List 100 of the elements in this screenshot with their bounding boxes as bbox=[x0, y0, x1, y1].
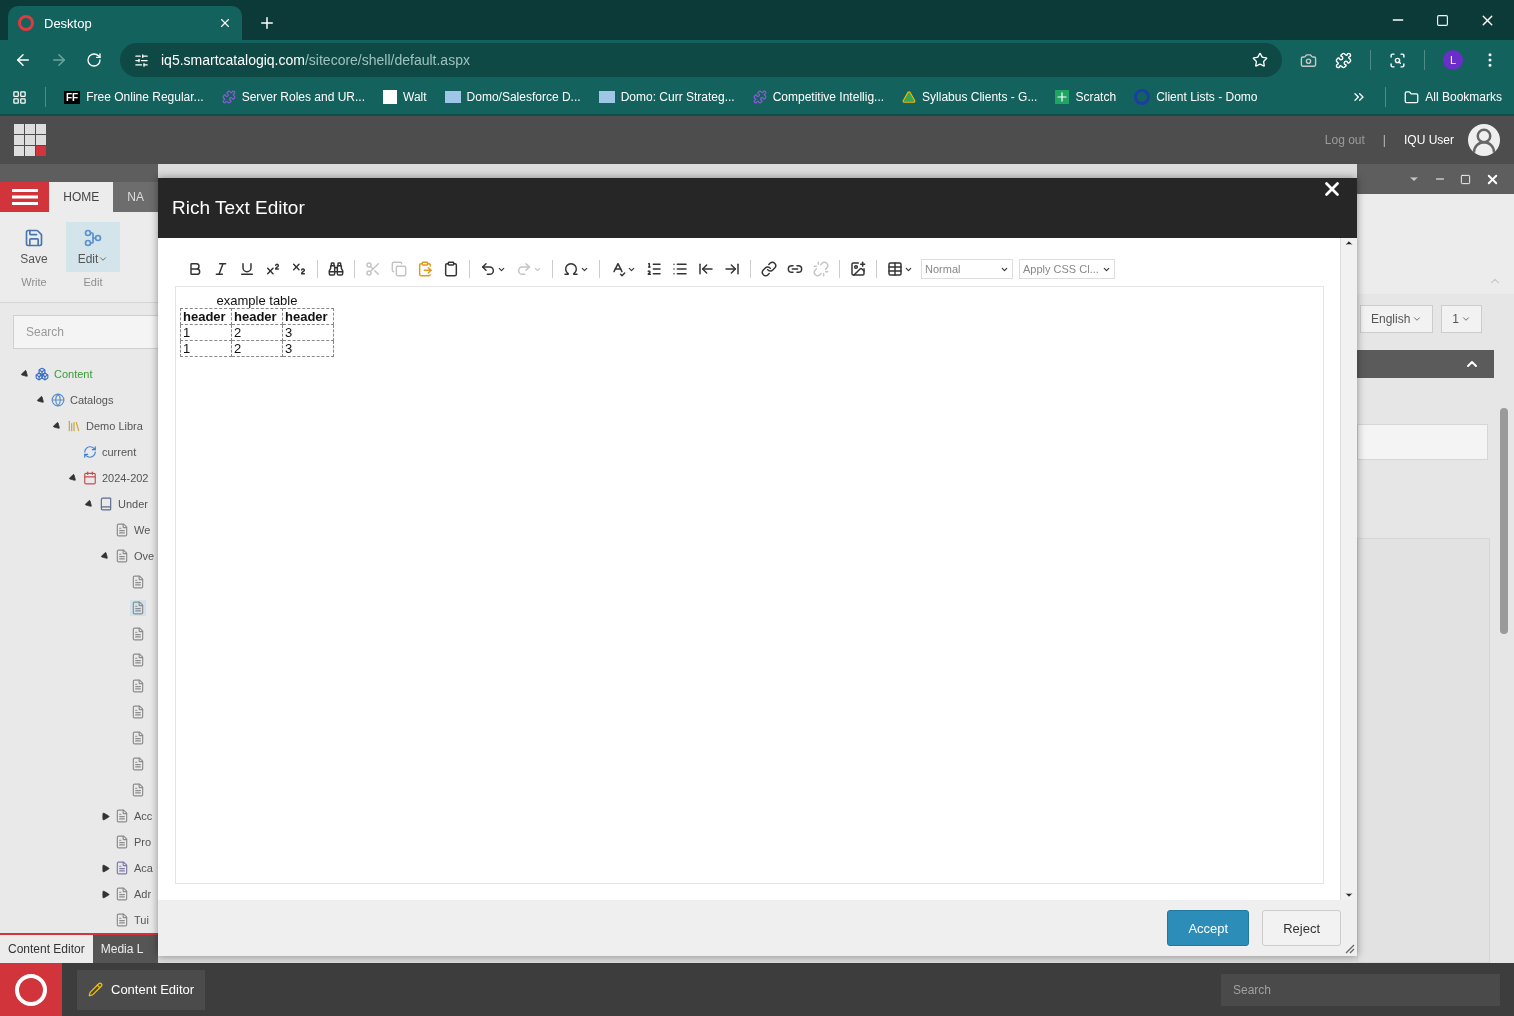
caret-icon bbox=[1412, 314, 1423, 324]
tree-item[interactable]: Catalogs bbox=[70, 393, 114, 407]
bookmark[interactable]: Syllabus Clients - G... bbox=[902, 90, 1038, 105]
puzzle-icon bbox=[221, 90, 236, 105]
menu-icon bbox=[11, 189, 38, 205]
close-icon[interactable] bbox=[218, 16, 232, 30]
tree-item[interactable]: Adr bbox=[134, 887, 152, 901]
drive-icon bbox=[902, 90, 917, 105]
page-icon bbox=[114, 834, 130, 850]
bookmark[interactable]: Competitive Intellig... bbox=[752, 90, 885, 105]
reload-icon[interactable] bbox=[86, 52, 102, 68]
accept-button[interactable]: Accept bbox=[1167, 910, 1250, 946]
save-button[interactable]: Save bbox=[12, 222, 56, 272]
tree-item[interactable]: Pro bbox=[134, 835, 152, 849]
reject-button[interactable]: Reject bbox=[1262, 910, 1341, 946]
table-cell: 1 bbox=[180, 340, 232, 357]
tree-item[interactable]: Tui bbox=[134, 913, 149, 927]
search-field[interactable]: Search bbox=[13, 315, 158, 349]
collapsed-arrow-icon[interactable] bbox=[100, 811, 110, 821]
binoculars-icon[interactable] bbox=[326, 259, 346, 279]
bookmark[interactable]: FF Free Online Regular... bbox=[64, 90, 204, 105]
ribbon-tab[interactable]: NA bbox=[113, 182, 158, 212]
scroll-down-icon[interactable] bbox=[1344, 890, 1354, 900]
dialog-title: Rich Text Editor bbox=[172, 197, 305, 219]
bookmark[interactable]: Domo: Curr Strateg... bbox=[598, 90, 735, 105]
link-icon[interactable] bbox=[759, 259, 779, 279]
bookmark-star-icon[interactable] bbox=[1252, 52, 1268, 68]
domo-icon bbox=[444, 91, 461, 104]
new-tab-icon[interactable] bbox=[258, 14, 276, 32]
search-field[interactable]: Search bbox=[1221, 973, 1500, 1006]
folder-icon bbox=[1404, 89, 1420, 105]
ring-icon bbox=[1134, 89, 1151, 106]
collapsed-arrow-icon[interactable] bbox=[100, 863, 110, 873]
start-button[interactable] bbox=[0, 963, 62, 1016]
taskbar-app[interactable]: Content Editor bbox=[77, 969, 206, 1010]
edit-button[interactable]: Edit bbox=[66, 222, 120, 272]
expanded-arrow-icon[interactable] bbox=[67, 472, 79, 484]
user-avatar[interactable] bbox=[1468, 124, 1500, 157]
forward-icon[interactable] bbox=[50, 51, 68, 69]
collapsed-arrow-icon[interactable] bbox=[100, 889, 110, 899]
tree-item[interactable]: Demo Libra bbox=[86, 419, 143, 433]
tree-item[interactable]: Aca bbox=[134, 861, 153, 875]
apps-icon[interactable] bbox=[12, 89, 27, 105]
tree-item[interactable]: Acc bbox=[134, 809, 153, 823]
fork-icon bbox=[83, 228, 103, 248]
expanded-arrow-icon[interactable] bbox=[99, 550, 111, 562]
book-icon bbox=[98, 496, 114, 512]
site-settings-icon[interactable] bbox=[134, 52, 149, 68]
undo-icon bbox=[480, 261, 496, 277]
version-dropdown[interactable]: 1 bbox=[1441, 305, 1483, 333]
walt-icon bbox=[383, 90, 397, 105]
expanded-arrow-icon[interactable] bbox=[83, 498, 95, 510]
ring-icon bbox=[18, 15, 34, 31]
globe-icon bbox=[50, 392, 66, 408]
bookmark[interactable]: Domo/Salesforce D... bbox=[444, 90, 581, 105]
expanded-arrow-icon[interactable] bbox=[51, 420, 63, 432]
expanded-arrow-icon[interactable] bbox=[19, 368, 31, 380]
spellcheck-icon bbox=[610, 261, 626, 277]
calendar-icon bbox=[82, 470, 98, 486]
maximize-icon[interactable] bbox=[1436, 13, 1449, 27]
page-icon bbox=[114, 522, 130, 538]
editor-area[interactable]: example table header header header 1 2 3 1 2 3 bbox=[175, 286, 1324, 884]
all-bookmarks[interactable]: All Bookmarks bbox=[1404, 89, 1502, 105]
page-icon bbox=[114, 548, 130, 564]
css-class-dropdown[interactable]: Apply CSS Cl... bbox=[1019, 259, 1115, 279]
menu-button[interactable] bbox=[0, 182, 50, 212]
address-bar[interactable]: iq5.smartcatalogiq.com/sitecore/shell/default.aspx bbox=[120, 43, 1282, 77]
resize-grip-icon[interactable] bbox=[1345, 944, 1355, 954]
table-header: header bbox=[282, 308, 334, 325]
back-icon[interactable] bbox=[14, 51, 32, 69]
bookmark[interactable]: Server Roles and UR... bbox=[221, 90, 365, 105]
camera-icon[interactable] bbox=[1300, 51, 1317, 69]
browser-tab[interactable]: Desktop bbox=[8, 6, 242, 40]
extensions-icon[interactable] bbox=[1335, 51, 1352, 69]
tree-item[interactable]: We bbox=[134, 523, 151, 537]
caret-icon bbox=[1461, 314, 1472, 324]
table-cell: 1 bbox=[180, 324, 232, 341]
ribbon-tab[interactable]: HOME bbox=[49, 182, 114, 212]
tab-search-icon[interactable] bbox=[1389, 51, 1406, 69]
profile-avatar[interactable]: L bbox=[1443, 50, 1463, 70]
style-dropdown[interactable]: Normal bbox=[921, 259, 1013, 279]
bottom-tab[interactable]: Media L bbox=[92, 935, 152, 963]
tree-item[interactable]: Under bbox=[118, 497, 148, 511]
bottom-tab[interactable]: Content Editor bbox=[0, 935, 93, 963]
tree-item[interactable]: 2024-202 bbox=[102, 471, 149, 485]
pencil-icon bbox=[88, 982, 103, 997]
tree-item[interactable]: Ove bbox=[134, 549, 155, 563]
cubes-icon bbox=[34, 366, 50, 382]
tree-item[interactable]: current bbox=[102, 445, 137, 459]
scroll-up-icon[interactable] bbox=[1344, 238, 1354, 248]
bookmark[interactable]: Client Lists - Domo bbox=[1134, 89, 1258, 106]
table-header: header bbox=[180, 308, 232, 325]
puzzle-icon bbox=[752, 90, 767, 105]
bookmark[interactable]: Walt bbox=[383, 90, 427, 105]
language-dropdown[interactable]: English bbox=[1360, 305, 1434, 333]
app-grid-icon[interactable] bbox=[14, 124, 46, 157]
expanded-arrow-icon[interactable] bbox=[35, 394, 47, 406]
input-field[interactable] bbox=[1357, 424, 1488, 460]
image-icon[interactable] bbox=[848, 259, 868, 279]
bookmark[interactable]: Scratch bbox=[1055, 90, 1117, 105]
